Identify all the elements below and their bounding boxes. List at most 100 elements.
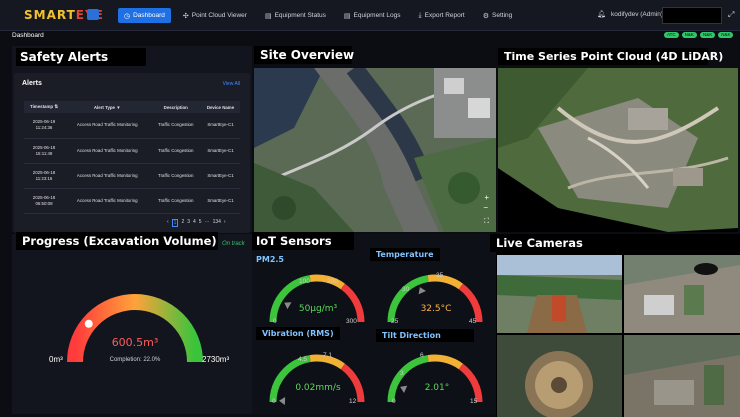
table-row[interactable]: 2025-06-19 11:24:36 Access Road Traffic M…	[24, 113, 240, 139]
tick-label: 3	[400, 370, 404, 377]
camera-feed-4[interactable]	[624, 335, 740, 417]
camera-feed-3[interactable]	[497, 335, 622, 417]
next-page-icon[interactable]: ›	[224, 219, 226, 227]
sensor-vibration-value: 0.02mm/s	[295, 383, 341, 393]
cell-date: 2025-06-19	[32, 119, 56, 125]
cell-device: SmartEye-C1	[200, 138, 240, 164]
cell-type: Access Road Traffic Monitoring	[63, 163, 151, 189]
tick-label: 200	[327, 278, 338, 285]
fullscreen-icon[interactable]: ⛶	[484, 218, 489, 226]
tick-label: 25	[391, 318, 399, 325]
user-menu-box[interactable]	[662, 7, 722, 24]
cell-timestamp: 2025-06-19 11:24:36	[24, 113, 64, 139]
external-link-icon[interactable]: ⤢	[728, 10, 734, 20]
equipment-status-icon: ▤	[264, 12, 272, 20]
gauge-arc-segment	[387, 275, 429, 323]
page-button[interactable]: 1	[171, 219, 179, 227]
point-cloud-view[interactable]	[498, 68, 738, 232]
status-badge: N&K	[681, 32, 697, 38]
nav-label: Setting	[492, 12, 513, 19]
col-label: Timestamp	[29, 104, 54, 109]
cell-date: 2025-06-18	[32, 144, 56, 150]
progress-min: 0m³	[49, 355, 63, 364]
table-header-row: Timestamp ⇅ Alert Type ▼ Description Dev…	[24, 101, 240, 113]
iot-title: IoT Sensors	[252, 232, 354, 250]
sort-icon[interactable]: ⇅	[54, 104, 58, 109]
nav-label: Dashboard	[133, 12, 165, 19]
col-timestamp[interactable]: Timestamp ⇅	[24, 101, 64, 113]
page-button[interactable]: 4	[193, 219, 196, 227]
cell-desc: Traffic Congestion	[150, 113, 201, 139]
cell-time: 11:24:36	[35, 125, 53, 131]
main-nav: ◷ Dashboard ✣ Point Cloud Viewer ▤ Equipmen…	[118, 8, 518, 23]
point-cloud-title: Time Series Point Cloud (4D LiDAR)	[498, 48, 723, 65]
site-overview-map[interactable]: + − ⛶	[254, 68, 496, 232]
page-button[interactable]: 3	[187, 219, 190, 227]
gauge-arc-segment	[309, 354, 345, 370]
cell-desc: Traffic Congestion	[150, 188, 201, 214]
site-overview-title: Site Overview	[254, 46, 354, 64]
nav-dashboard[interactable]: ◷ Dashboard	[118, 8, 171, 23]
tick-label: 0	[392, 398, 396, 405]
col-alert-type[interactable]: Alert Type ▼	[63, 101, 151, 113]
progress-marker	[84, 319, 93, 328]
dashboard-icon: ◷	[124, 12, 131, 20]
gauge-needle	[400, 385, 408, 393]
nav-point-cloud-viewer[interactable]: ✣ Point Cloud Viewer	[177, 8, 253, 23]
progress-completion: Completion: 22.0%	[109, 357, 161, 363]
tick-label: 100	[299, 278, 310, 285]
table-row[interactable]: 2025-06-18 15:11:49 Access Road Traffic M…	[24, 138, 240, 164]
filter-icon[interactable]: ▼	[116, 105, 120, 110]
tick-label: 300	[346, 318, 357, 325]
equipment-logs-icon: ▤	[343, 12, 351, 20]
gauge-arc-segment	[427, 274, 463, 290]
export-icon: ⤓	[418, 11, 422, 19]
nav-equipment-status[interactable]: ▤ Equipment Status	[259, 8, 332, 23]
view-all-link[interactable]: View All	[223, 81, 240, 87]
table-row[interactable]: 2025-06-18 06:50:08 Access Road Traffic M…	[24, 188, 240, 214]
cell-timestamp: 2025-06-18 11:23:16	[24, 163, 64, 189]
point-cloud-icon: ✣	[182, 12, 189, 20]
sensor-temperature-value: 32.5°C	[420, 304, 452, 314]
user-name[interactable]: kodifydev (Admin)	[611, 11, 663, 18]
table-row[interactable]: 2025-06-18 11:23:16 Access Road Traffic M…	[24, 163, 240, 189]
status-badge: N&K	[699, 32, 716, 38]
gauge-arc-segment	[269, 355, 311, 403]
cell-date: 2025-06-18	[32, 169, 56, 175]
alerts-table: Timestamp ⇅ Alert Type ▼ Description Dev…	[24, 101, 240, 214]
status-badge: ATC	[664, 32, 679, 38]
cell-device: SmartEye-C1	[200, 188, 240, 214]
page-button[interactable]: 134	[213, 219, 221, 227]
sensor-tilt-label: Tilt Direction	[376, 329, 474, 342]
nav-label: Equipment Status	[274, 12, 326, 19]
col-description: Description	[150, 101, 201, 113]
zoom-out-icon[interactable]: −	[483, 203, 488, 212]
prev-page-icon[interactable]: ‹	[167, 219, 169, 227]
gauge-needle	[279, 396, 286, 405]
bell-icon[interactable]: 🔔︎	[597, 10, 606, 18]
cell-device: SmartEye-C1	[200, 163, 240, 189]
cell-time: 06:50:08	[35, 200, 53, 206]
page-button[interactable]: 2	[181, 219, 184, 227]
alerts-heading: Alerts	[22, 80, 42, 87]
cell-desc: Traffic Congestion	[150, 163, 201, 189]
nav-setting[interactable]: ⚙ Setting	[477, 8, 519, 23]
progress-value: 600.5m³	[111, 336, 159, 349]
page-button[interactable]: 5	[199, 219, 202, 227]
gauge-arc-segment	[458, 363, 483, 403]
gauge-needle	[418, 287, 426, 295]
top-bar: SMARTEYE ◷Dashboard ✣Point Cloud Viewer …	[0, 0, 740, 31]
camera-feed-1[interactable]	[497, 255, 622, 333]
zoom-in-icon[interactable]: +	[484, 193, 489, 202]
cell-type: Access Road Traffic Monitoring	[63, 188, 151, 214]
cell-type: Access Road Traffic Monitoring	[63, 138, 151, 164]
camera-feed-2[interactable]	[624, 255, 740, 333]
page-ellipsis[interactable]: ···	[205, 219, 210, 227]
nav-export-report[interactable]: ⤓ Export Report	[413, 8, 471, 23]
tick-label: 0	[272, 398, 276, 405]
gear-icon: ⚙	[482, 12, 490, 20]
nav-equipment-logs[interactable]: ▤ Equipment Logs	[338, 8, 407, 23]
cell-date: 2025-06-18	[32, 194, 56, 200]
safety-alerts-title: Safety Alerts	[16, 48, 146, 66]
sensor-vibration-label: Vibration (RMS)	[256, 327, 340, 340]
